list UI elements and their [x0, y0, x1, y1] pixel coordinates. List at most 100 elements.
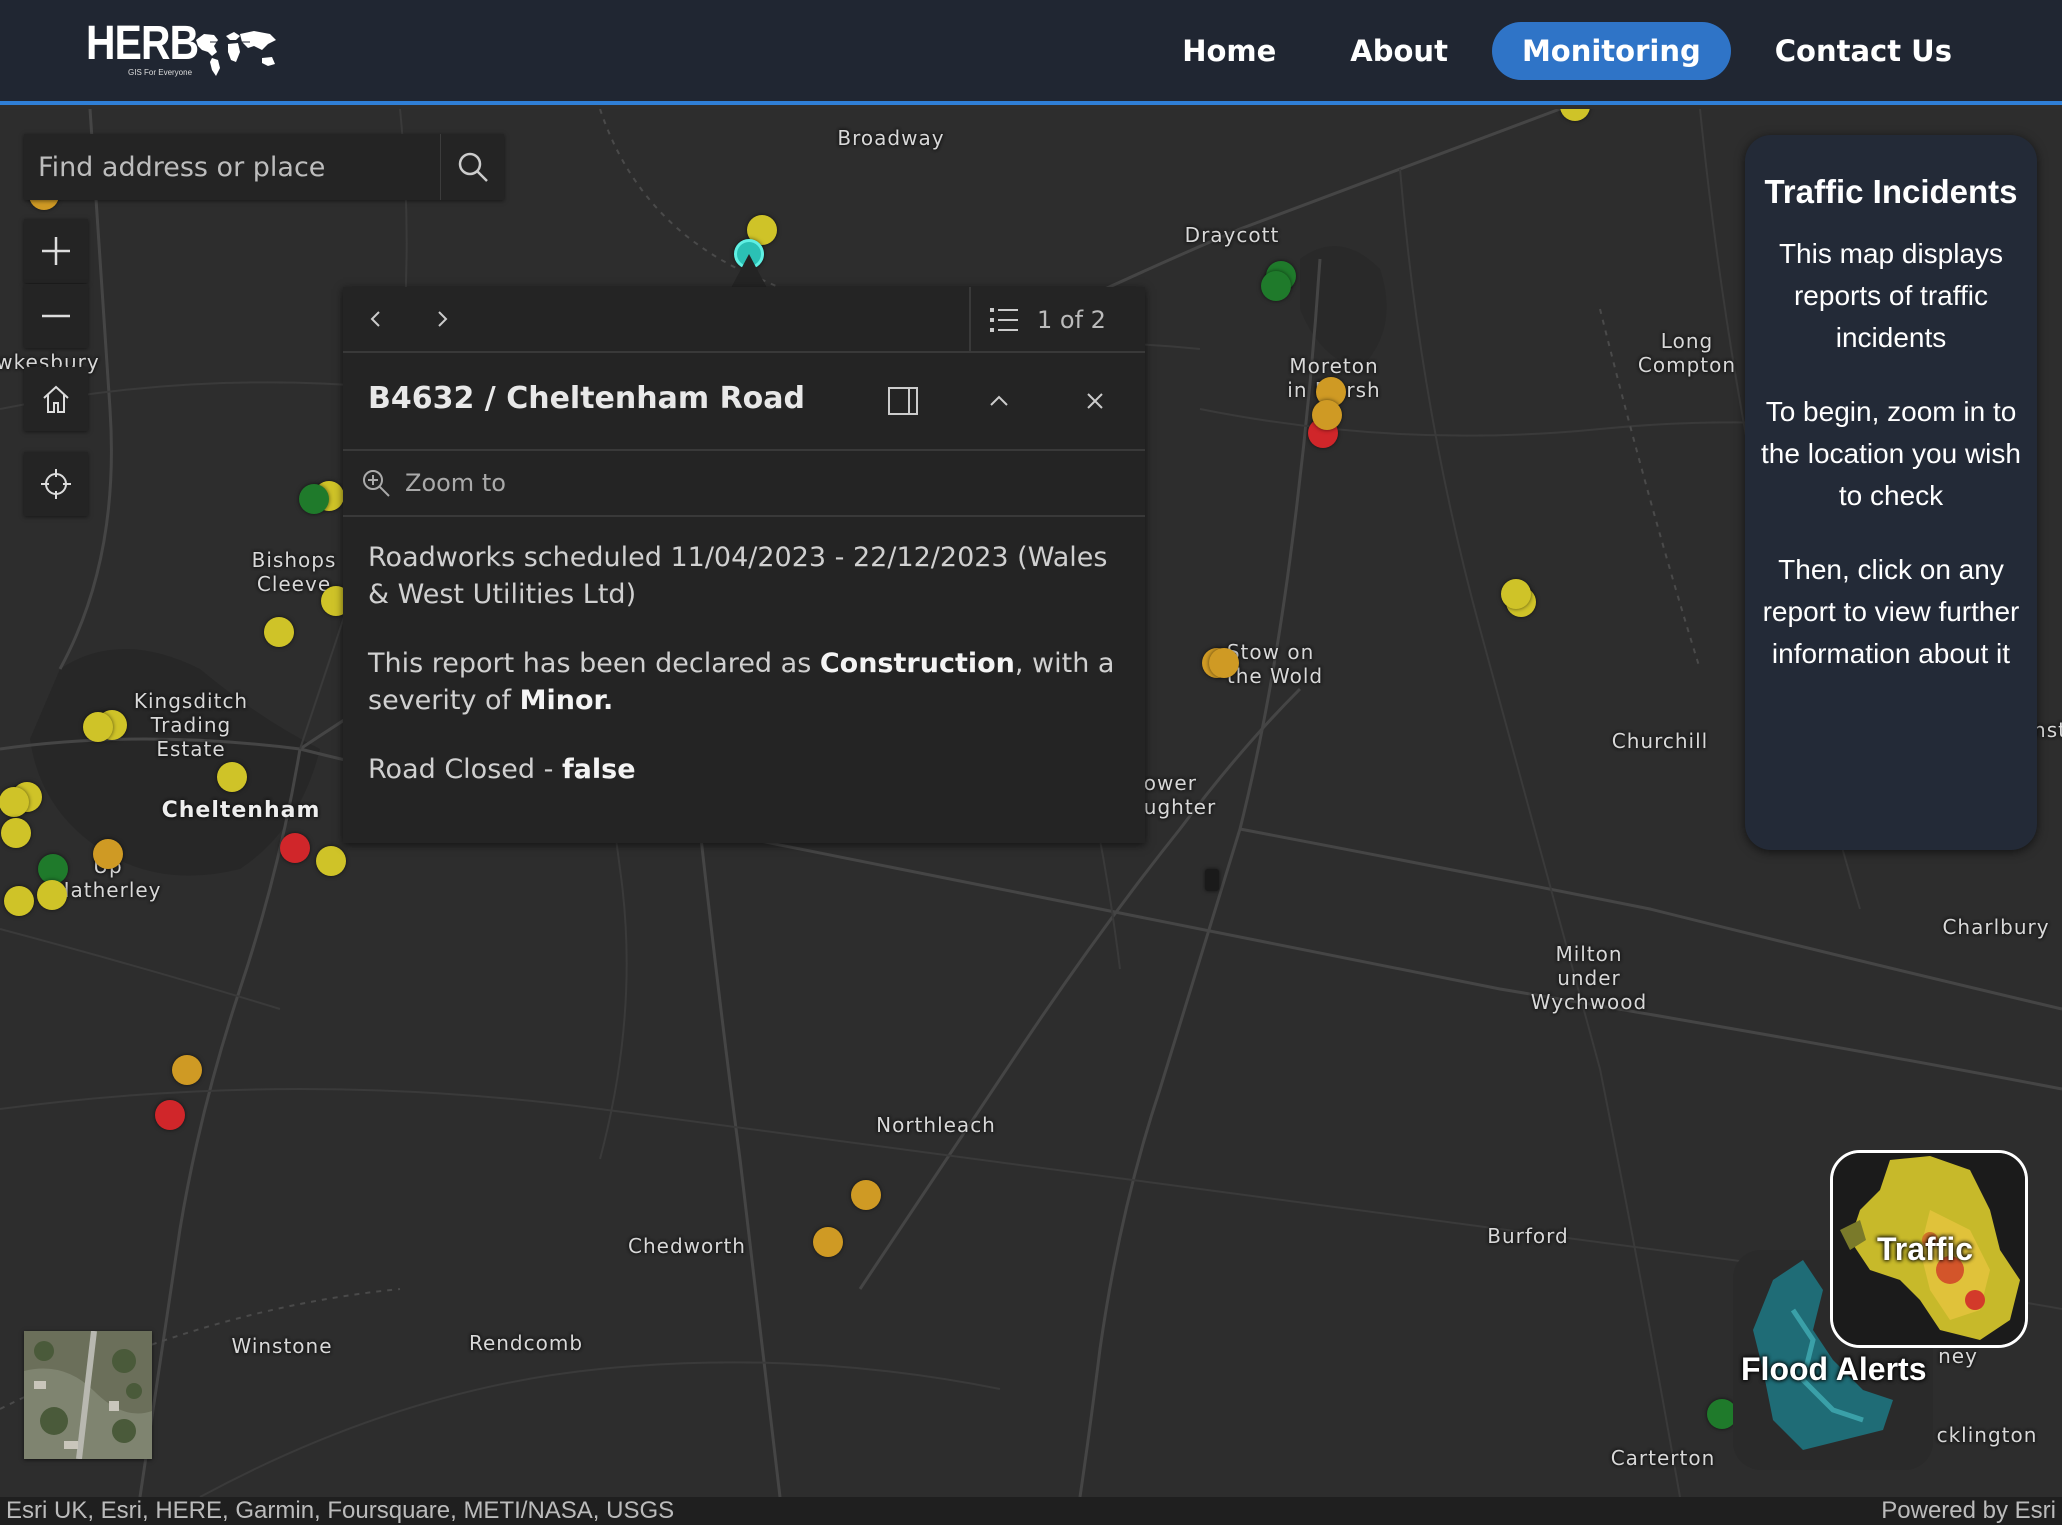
incident-marker-severe[interactable]	[280, 833, 310, 863]
incident-marker-minor[interactable]	[37, 880, 67, 910]
incident-marker-minor[interactable]	[264, 617, 294, 647]
place-label-chedworth: Chedworth	[628, 1234, 746, 1258]
search-icon	[458, 152, 488, 182]
home-button[interactable]	[24, 367, 88, 431]
home-icon	[43, 385, 69, 413]
zoom-out-button[interactable]	[24, 284, 88, 348]
incident-marker-moderate[interactable]	[813, 1227, 843, 1257]
popup-pagination: 1 of 2	[343, 287, 1145, 353]
place-label-bishops-cleeve: Bishops Cleeve	[251, 548, 337, 596]
place-label-partial-east: nst	[2033, 718, 2062, 742]
incident-marker-minor[interactable]	[83, 712, 113, 742]
popup-content: Roadworks scheduled 11/04/2023 - 22/12/2…	[343, 517, 1145, 842]
place-label-draycott: Draycott	[1184, 223, 1280, 247]
zoom-to-label: Zoom to	[405, 469, 506, 497]
place-label-ducklington-partial: cklington	[1936, 1423, 2038, 1447]
place-label-lower-slaughter: ower ughter	[1143, 771, 1217, 819]
place-label-stow-on-the-wold: Stow on the Wold	[1226, 640, 1324, 688]
layer-card-traffic-label: Traffic	[1877, 1231, 1974, 1267]
incident-marker-severe[interactable]	[155, 1100, 185, 1130]
place-label-burford: Burford	[1487, 1224, 1569, 1248]
incident-marker-moderate[interactable]	[851, 1180, 881, 1210]
info-panel: Traffic Incidents This map displays repo…	[1745, 135, 2037, 850]
popup-title: B4632 / Cheltenham Road	[368, 381, 805, 416]
incident-marker-minor[interactable]	[4, 886, 34, 916]
place-label-churchill: Churchill	[1611, 729, 1709, 753]
place-label-rendcomb: Rendcomb	[468, 1331, 584, 1355]
search-button[interactable]	[440, 134, 504, 200]
place-label-cheltenham: Cheltenham	[161, 798, 321, 823]
popup-pointer	[731, 254, 767, 288]
place-label-charlbury: Charlbury	[1942, 915, 2050, 939]
chevron-left-icon	[370, 311, 380, 327]
plus-icon	[42, 237, 70, 265]
powered-by-esri-link[interactable]: Powered by Esri	[1881, 1497, 2056, 1525]
crosshair-icon	[41, 469, 71, 499]
world-map-icon	[196, 31, 276, 76]
zoom-in-magnifier-icon	[363, 470, 390, 497]
feature-count-label: 1 of 2	[1037, 306, 1106, 334]
incident-marker-moderate[interactable]	[1312, 400, 1342, 430]
dock-button[interactable]	[875, 373, 931, 429]
incident-category: Construction	[819, 648, 1015, 679]
zoom-to-action[interactable]: Zoom to	[343, 451, 1145, 517]
incident-marker-minor[interactable]	[217, 762, 247, 792]
nav-monitoring[interactable]: Monitoring	[1491, 22, 1731, 80]
basemap-toggle[interactable]	[24, 1331, 152, 1459]
place-label-winstone: Winstone	[231, 1334, 333, 1358]
incident-classification: This report has been declared as Constru…	[368, 648, 1115, 716]
search-widget	[24, 134, 504, 200]
place-label-broadway: Broadway	[837, 126, 945, 150]
herb-logo[interactable]: HERB GIS For Everyone	[86, 17, 276, 77]
logo-text: HERB	[86, 17, 199, 70]
road-closed-value: false	[561, 754, 636, 785]
incident-marker-moderate[interactable]	[93, 839, 123, 869]
incident-marker-minor[interactable]	[1, 818, 31, 848]
feature-list-button[interactable]: 1 of 2	[969, 287, 1145, 353]
incident-description: Roadworks scheduled 11/04/2023 - 22/12/2…	[368, 542, 1108, 610]
incident-marker-moderate[interactable]	[172, 1055, 202, 1085]
place-label-kingsditch: Kingsditch Trading Estate	[133, 689, 249, 761]
chevron-right-icon	[438, 311, 448, 327]
info-panel-paragraph: This map displays reports of traffic inc…	[1778, 238, 2004, 353]
logo-tagline: GIS For Everyone	[128, 68, 193, 77]
place-label-northleach: Northleach	[876, 1113, 996, 1137]
layer-card-flood-alerts-label: Flood Alerts	[1741, 1351, 1927, 1387]
close-icon	[1087, 393, 1103, 409]
attribution-text: Esri UK, Esri, HERE, Garmin, Foursquare,…	[6, 1497, 675, 1524]
popup-header: B4632 / Cheltenham Road	[343, 353, 1145, 451]
feature-popup: 1 of 2 B4632 / Cheltenham Road Zoom to R…	[343, 287, 1145, 843]
incident-severity: Minor.	[519, 685, 614, 716]
top-navbar: HERB GIS For Everyone Home About Monitor…	[0, 0, 2062, 105]
dock-icon	[888, 387, 918, 415]
info-panel-paragraph: Then, click on any report to view furthe…	[1762, 554, 2020, 669]
nav-about[interactable]: About	[1320, 22, 1478, 80]
place-label-carterton: Carterton	[1610, 1446, 1716, 1470]
nav-home[interactable]: Home	[1152, 22, 1306, 80]
minus-icon	[42, 314, 70, 318]
road-closed-status: Road Closed - false	[368, 754, 636, 785]
place-label-milton-under-wychwood: Milton under Wychwood	[1530, 942, 1648, 1014]
next-feature-button[interactable]	[409, 286, 475, 352]
zoom-in-button[interactable]	[24, 219, 88, 283]
attribution-bar: Esri UK, Esri, HERE, Garmin, Foursquare,…	[0, 1497, 2062, 1525]
chevron-up-icon	[990, 395, 1008, 406]
satellite-thumbnail	[24, 1331, 152, 1459]
map-feature-dark	[1205, 869, 1219, 891]
nav-contact-us[interactable]: Contact Us	[1745, 22, 1982, 80]
main-nav: Home About Monitoring Contact Us	[1152, 22, 1982, 80]
previous-feature-button[interactable]	[343, 286, 409, 352]
locate-button[interactable]	[24, 452, 88, 516]
incident-marker-minor[interactable]	[0, 787, 29, 817]
place-label-long-compton: Long Compton	[1637, 329, 1737, 377]
close-button[interactable]	[1067, 373, 1123, 429]
incident-marker-minor[interactable]	[1501, 579, 1531, 609]
search-input[interactable]	[24, 134, 440, 200]
info-panel-title: Traffic Incidents	[1764, 173, 2018, 210]
incident-marker-low[interactable]	[1261, 271, 1291, 301]
incident-marker-moderate[interactable]	[1209, 648, 1239, 678]
incident-marker-minor[interactable]	[316, 846, 346, 876]
list-icon	[990, 308, 1018, 332]
collapse-button[interactable]	[971, 373, 1027, 429]
incident-marker-low[interactable]	[299, 484, 329, 514]
